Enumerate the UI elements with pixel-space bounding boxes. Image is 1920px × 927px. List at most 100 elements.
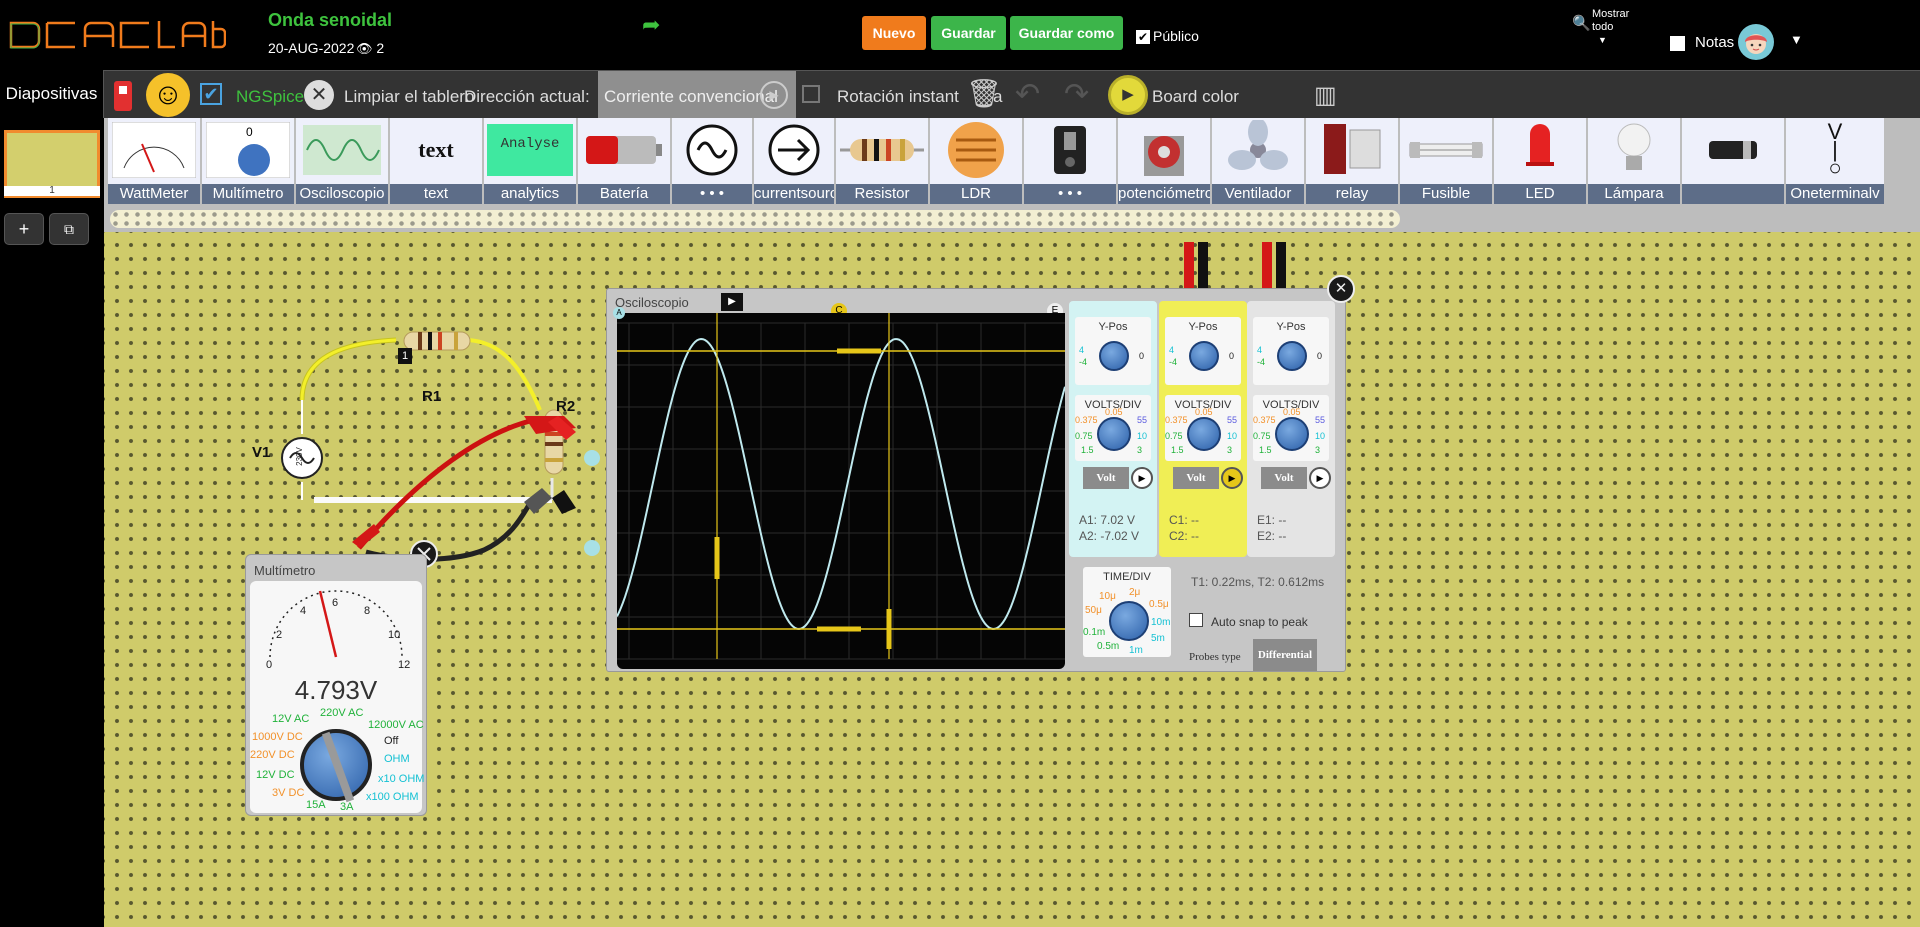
- redo-icon[interactable]: ↷: [1064, 77, 1089, 112]
- ypos-knob[interactable]: [1277, 341, 1307, 371]
- wire-yellow-left[interactable]: [299, 337, 397, 401]
- volts-div-knob[interactable]: [1187, 417, 1221, 451]
- palette-item[interactable]: LED: [1494, 118, 1588, 204]
- palette-item[interactable]: Osciloscopio: [296, 118, 390, 204]
- oscilloscope-panel[interactable]: Osciloscopio ▶ C E A Y-Pos 4 -4 0 VOLTS/DIV 0…: [606, 275, 1355, 672]
- palette-item[interactable]: WattMeter: [108, 118, 202, 204]
- board-color-label[interactable]: Board color: [1152, 87, 1239, 107]
- time-div-knob[interactable]: [1109, 601, 1149, 641]
- mode-12v-dc[interactable]: 12V DC: [256, 769, 295, 781]
- instant-rotation-checkbox[interactable]: [802, 85, 820, 103]
- play-icon[interactable]: ▶: [760, 81, 788, 109]
- volt-button[interactable]: Volt: [1083, 467, 1129, 489]
- ypos-control[interactable]: Y-Pos 4 -4 0: [1075, 317, 1151, 385]
- ypos-knob[interactable]: [1189, 341, 1219, 371]
- multimeter-selector-knob[interactable]: [300, 729, 372, 803]
- avatar[interactable]: [1738, 24, 1774, 60]
- scope-channel-e[interactable]: Y-Pos 4 -4 0 VOLTS/DIV 0.375 0.05 55 0.75 10 1.5 3 V…: [1247, 301, 1335, 557]
- new-button[interactable]: Nuevo: [862, 16, 926, 50]
- palette-item[interactable]: Analyse analytics: [484, 118, 578, 204]
- notes-toggle[interactable]: Notas: [1670, 34, 1734, 51]
- black-probe-lead[interactable]: [365, 498, 535, 562]
- red-probe-tip[interactable]: [352, 416, 576, 548]
- mode-x10-ohm[interactable]: x10 OHM: [378, 773, 424, 785]
- mode-1000v-dc[interactable]: 1000V DC: [252, 731, 303, 743]
- mode-15a[interactable]: 15A: [306, 799, 326, 811]
- time-div-control[interactable]: TIME/DIV 10μ 2μ 50μ 0.5μ 0.1m 10m 0.5m 5…: [1083, 567, 1171, 657]
- mode-220v-ac[interactable]: 220V AC: [320, 707, 363, 719]
- wattmeter-icon: [108, 122, 200, 178]
- palette-item[interactable]: • • •: [672, 118, 754, 204]
- slides-tab[interactable]: Diapositivas: [0, 70, 104, 118]
- share-arrow-icon[interactable]: ➦: [642, 12, 660, 38]
- palette-item[interactable]: V | ○ Oneterminalv: [1786, 118, 1886, 204]
- ypos-knob[interactable]: [1099, 341, 1129, 371]
- run-simulation-icon[interactable]: ▶: [1108, 75, 1148, 115]
- volt-button[interactable]: Volt: [1261, 467, 1307, 489]
- show-all-menu[interactable]: 🔍 Mostrar todo ▼: [1572, 8, 1636, 47]
- mode-3v-dc[interactable]: 3V DC: [272, 787, 304, 799]
- mode-3a[interactable]: 3A: [340, 801, 353, 813]
- palette-item[interactable]: potenciómetro: [1118, 118, 1212, 204]
- red-probe-lead[interactable]: [357, 417, 535, 550]
- mode-220v-dc[interactable]: 220V DC: [250, 749, 295, 761]
- save-as-button[interactable]: Guardar como: [1010, 16, 1123, 50]
- channel-reading-2: E2: --: [1257, 529, 1287, 543]
- account-menu-caret-icon[interactable]: ▼: [1790, 32, 1803, 47]
- palette-item[interactable]: Fusible: [1400, 118, 1494, 204]
- palette-item[interactable]: text text: [390, 118, 484, 204]
- mode-ohm[interactable]: OHM: [384, 753, 410, 765]
- save-button[interactable]: Guardar: [931, 16, 1006, 50]
- palette-item[interactable]: [1682, 118, 1786, 204]
- volt-button[interactable]: Volt: [1173, 467, 1219, 489]
- public-toggle[interactable]: ✔ Público: [1136, 28, 1199, 45]
- copy-slide-button[interactable]: ⧉: [49, 213, 89, 245]
- channel-play-icon[interactable]: ▶: [1221, 467, 1243, 489]
- ngspice-checkbox[interactable]: ✔: [200, 83, 222, 105]
- volts-div-control[interactable]: VOLTS/DIV 0.375 0.05 55 0.75 10 1.5 3: [1253, 395, 1329, 461]
- probes-type-select[interactable]: Differential: [1253, 639, 1317, 671]
- resistor-r1[interactable]: [403, 331, 471, 351]
- channel-play-icon[interactable]: ▶: [1309, 467, 1331, 489]
- mode-12v-ac[interactable]: 12V AC: [272, 713, 309, 725]
- dcaclab-logo[interactable]: [8, 18, 226, 52]
- volts-div-knob[interactable]: [1275, 417, 1309, 451]
- add-slide-button[interactable]: +: [4, 213, 44, 245]
- multimeter-panel[interactable]: Multímetro 0 2 4 6 8 10 12 4.793V 12V AC…: [245, 554, 427, 816]
- public-checkbox[interactable]: ✔: [1136, 30, 1150, 45]
- ypos-control[interactable]: Y-Pos 4 -4 0: [1165, 317, 1241, 385]
- palette-item[interactable]: Resistor: [836, 118, 930, 204]
- smiley-status-icon[interactable]: ☺: [146, 73, 190, 117]
- project-title[interactable]: Onda senoidal: [268, 10, 392, 31]
- palette-item[interactable]: Lámpara: [1588, 118, 1682, 204]
- palette-item[interactable]: 0 Multímetro: [202, 118, 296, 204]
- mode-x100-ohm[interactable]: x100 OHM: [366, 791, 419, 803]
- scope-channel-a[interactable]: Y-Pos 4 -4 0 VOLTS/DIV 0.375 0.05 55 0.75 10 1.5 3 V…: [1069, 301, 1157, 557]
- volts-tick: 0.75: [1253, 431, 1271, 441]
- ypos-control[interactable]: Y-Pos 4 -4 0: [1253, 317, 1329, 385]
- mode-off[interactable]: Off: [384, 735, 398, 747]
- palette-item[interactable]: LDR: [930, 118, 1024, 204]
- volts-div-control[interactable]: VOLTS/DIV 0.375 0.05 55 0.75 10 1.5 3: [1075, 395, 1151, 461]
- clear-board-icon[interactable]: ✕: [304, 80, 334, 110]
- building-icon[interactable]: ▥: [1314, 81, 1337, 110]
- scope-channel-c[interactable]: Y-Pos 4 -4 0 VOLTS/DIV 0.375 0.05 55 0.75 10 1.5 3 V…: [1159, 301, 1247, 557]
- palette-item[interactable]: Batería: [578, 118, 672, 204]
- palette-item[interactable]: currentsource: [754, 118, 836, 204]
- wire-yellow-right[interactable]: [467, 338, 542, 411]
- undo-icon[interactable]: ↶: [1015, 77, 1040, 112]
- oscilloscope-close-icon[interactable]: ✕: [1327, 275, 1355, 303]
- current-direction-select[interactable]: Corriente convencional ▶: [598, 71, 796, 119]
- power-switch-icon[interactable]: [114, 81, 132, 111]
- auto-snap-checkbox[interactable]: [1189, 613, 1203, 627]
- volts-div-knob[interactable]: [1097, 417, 1131, 451]
- mode-12000v-ac[interactable]: 12000V AC: [368, 719, 424, 731]
- palette-item[interactable]: • • •: [1024, 118, 1118, 204]
- channel-play-icon[interactable]: ▶: [1131, 467, 1153, 489]
- notes-checkbox[interactable]: [1670, 35, 1685, 51]
- clear-board-label[interactable]: Limpiar el tablero: [344, 87, 474, 107]
- palette-item[interactable]: relay: [1306, 118, 1400, 204]
- oscilloscope-play-icon[interactable]: ▶: [721, 293, 743, 311]
- palette-item[interactable]: Ventilador: [1212, 118, 1306, 204]
- volts-div-control[interactable]: VOLTS/DIV 0.375 0.05 55 0.75 10 1.5 3: [1165, 395, 1241, 461]
